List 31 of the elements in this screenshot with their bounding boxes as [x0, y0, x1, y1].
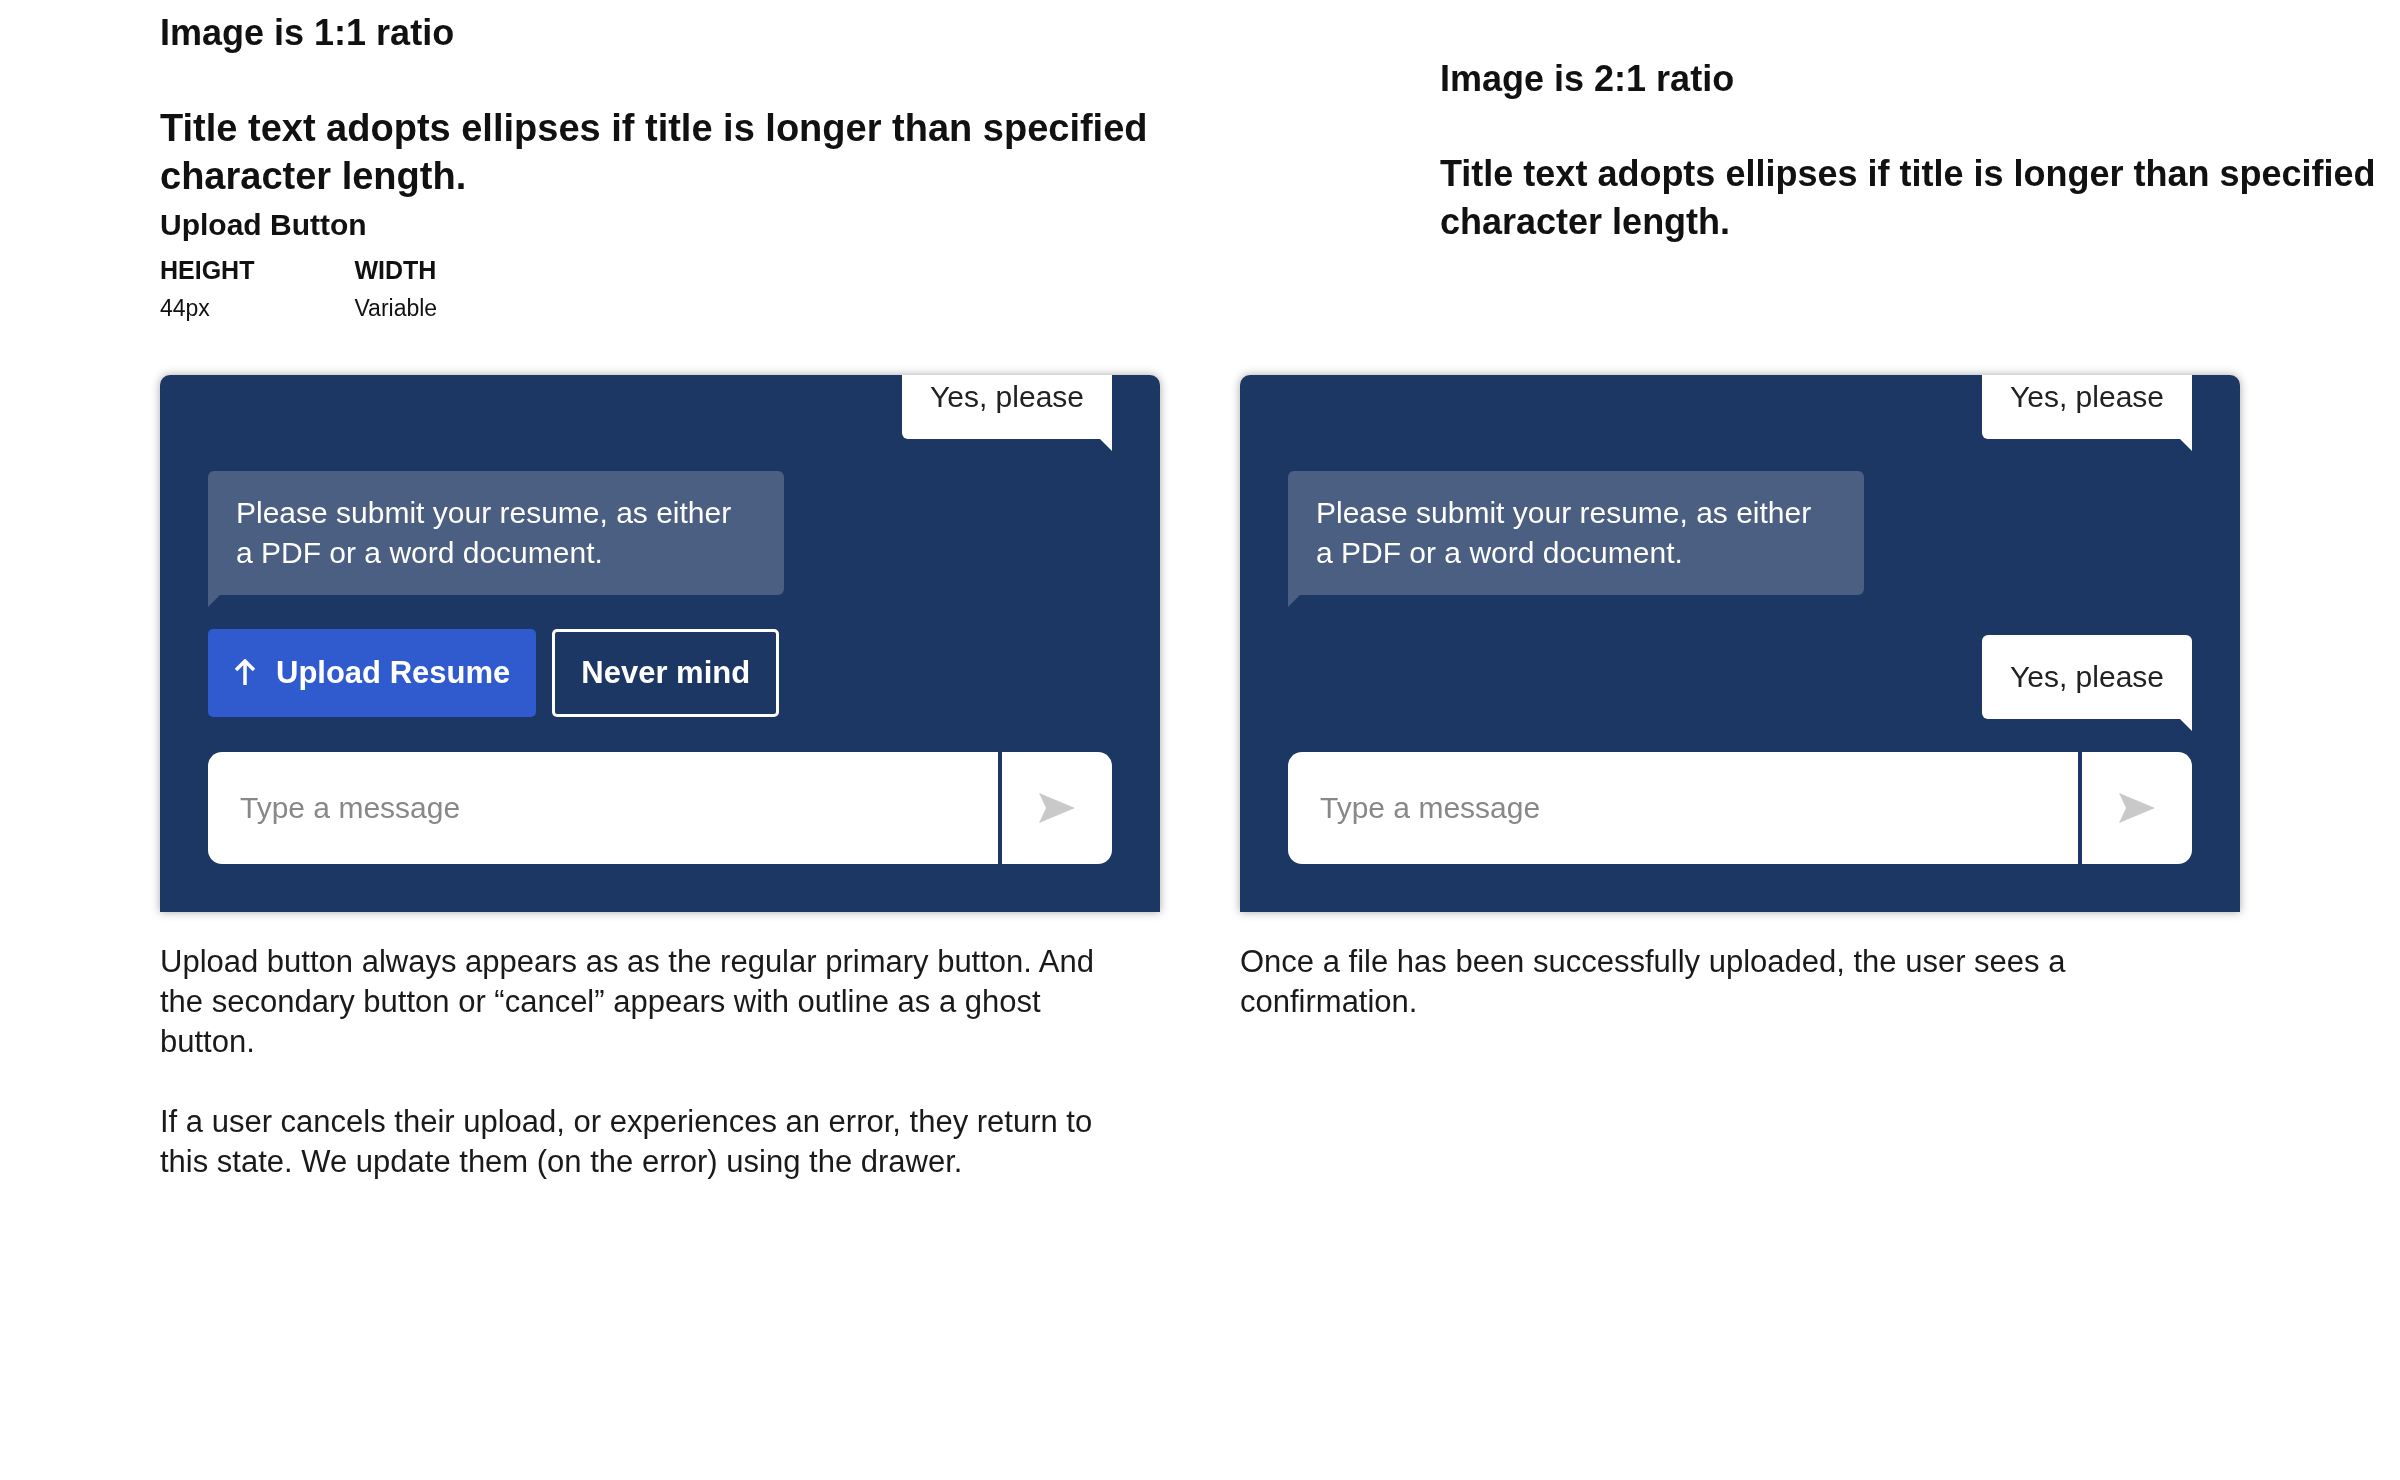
message-input-field[interactable]: Type a message: [208, 752, 998, 864]
spec-label: HEIGHT: [160, 256, 255, 285]
description-paragraph: Upload button always appears as as the regular primary button. And the secondary button or “cancel” appears with outline as a ghost button.: [160, 943, 1095, 1061]
send-button[interactable]: [1002, 752, 1112, 864]
send-button[interactable]: [2082, 752, 2192, 864]
bubble-tail: [2180, 719, 2192, 731]
component-title: Upload Button: [160, 208, 368, 242]
bot-message-bubble: Please submit your resume, as either a PDF or a word document.: [208, 471, 784, 595]
bubble-tail: [2180, 439, 2192, 451]
description-paragraph: Once a file has been successfully uploaded, the user sees a confirmation.: [1240, 943, 2067, 1021]
send-icon: [1039, 793, 1075, 823]
up-arrow-icon: [234, 659, 256, 687]
user-message-bubble: Yes, please: [1982, 635, 2192, 719]
spec-label: WIDTH: [354, 256, 438, 285]
user-message-bubble: Yes, please: [1982, 375, 2192, 439]
description-paragraph: If a user cancels their upload, or experiences an error, they return to this state. We update them (on the error) using the drawer.: [160, 1103, 1094, 1181]
bubble-tail: [208, 595, 220, 607]
ratio-note: Image is 2:1 ratio: [1440, 58, 1736, 100]
bubble-tail: [1288, 595, 1300, 607]
ratio-note: Image is 1:1 ratio: [160, 12, 456, 54]
title-note: Title text adopts ellipses if title is longer than specified character length.: [1440, 152, 2377, 244]
spec-value: Variable: [354, 295, 438, 322]
user-message-bubble: Yes, please: [902, 375, 1112, 439]
spec-value: 44px: [160, 295, 211, 322]
message-input-field[interactable]: Type a message: [1288, 752, 2078, 864]
send-icon: [2119, 793, 2155, 823]
bot-message-bubble: Please submit your resume, as either a PDF or a word document.: [1288, 471, 1864, 595]
never-mind-button[interactable]: Never mind: [552, 629, 780, 717]
bubble-tail: [1100, 439, 1112, 451]
title-note: Title text adopts ellipses if title is longer than specified character length.: [160, 106, 1149, 199]
upload-resume-button[interactable]: Upload Resume: [208, 629, 537, 717]
